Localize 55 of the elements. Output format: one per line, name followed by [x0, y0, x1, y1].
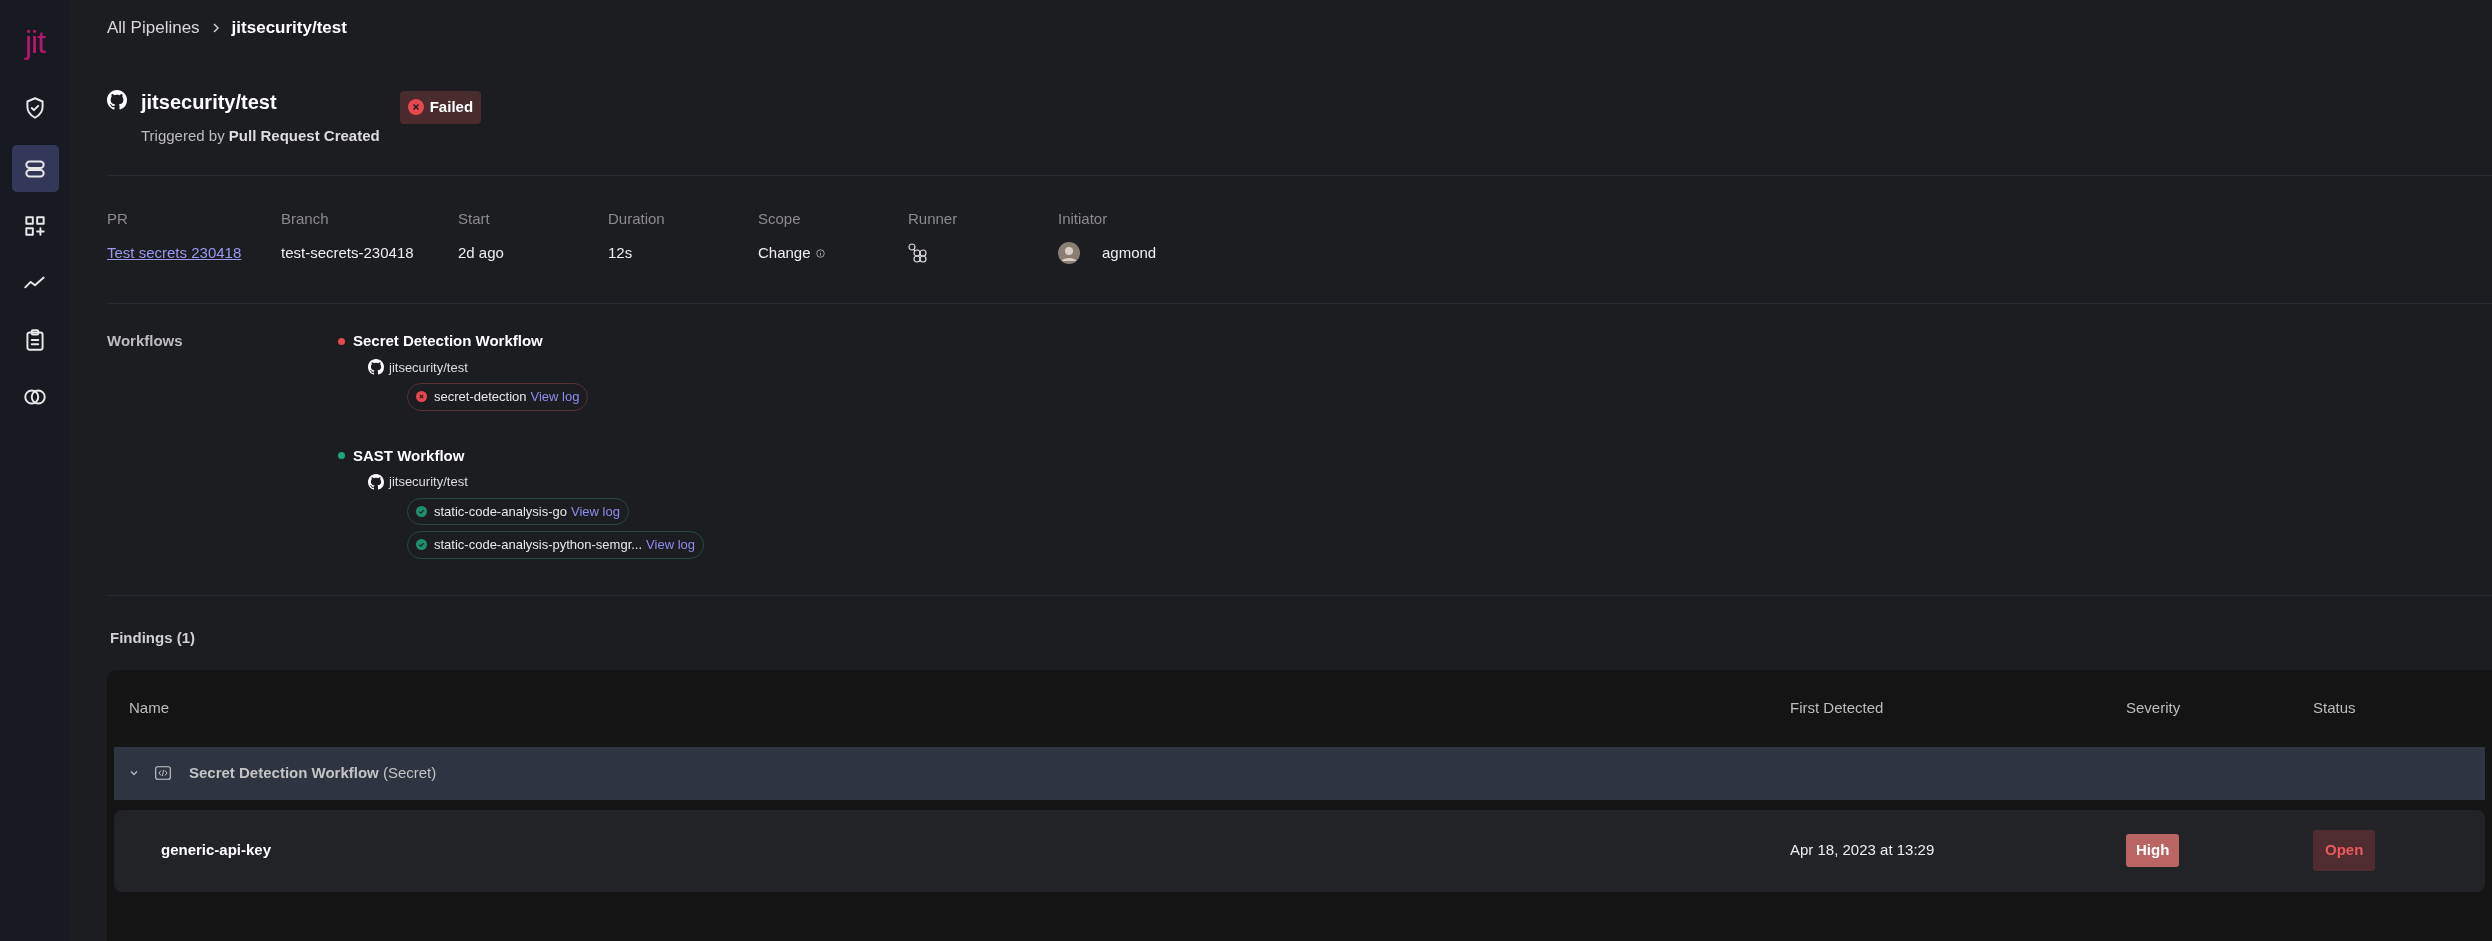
column-header: Status: [2313, 698, 2357, 718]
job-name: static-code-analysis-python-semgr...: [434, 536, 643, 554]
group-row[interactable]: Secret Detection Workflow (Secret): [114, 746, 2485, 800]
field-value: Change: [758, 242, 811, 263]
chevron-right-icon: [211, 22, 220, 34]
breadcrumb-link[interactable]: All Pipelines: [107, 15, 200, 41]
code-icon: [155, 766, 171, 780]
column-header: Name: [128, 698, 170, 718]
severity-tag: High: [2126, 834, 2180, 867]
field-label: Initiator: [1058, 208, 1109, 229]
job-name: static-code-analysis-go: [434, 502, 567, 521]
repo-name: jitsecurity/test: [389, 358, 468, 377]
chevron-down-icon: [129, 768, 139, 778]
section-title: Findings (1): [110, 627, 196, 648]
nodes-icon: [908, 243, 928, 263]
view-log-link[interactable]: View log: [646, 535, 695, 555]
field-label: Branch: [281, 208, 330, 229]
github-icon: [368, 473, 384, 490]
date-text: Apr 18, 2023 at 13:29: [1790, 840, 1936, 861]
check-icon: [416, 539, 427, 551]
field-value: 12s: [608, 242, 633, 263]
pr-link[interactable]: Test secrets 230418: [107, 241, 242, 265]
field-label: Runner: [908, 208, 959, 229]
github-icon: [368, 359, 384, 376]
column-header: Severity: [2126, 698, 2182, 718]
status-tag: Open: [2313, 830, 2376, 871]
user-name: agmond: [1102, 242, 1157, 263]
field-value: 2d ago: [458, 242, 504, 263]
field-label: Start: [458, 208, 491, 229]
check-icon: [416, 505, 427, 517]
field-label: PR: [107, 208, 129, 229]
workflow-title: Secret Detection Workflow: [353, 331, 543, 351]
status-badge: Failed: [399, 91, 482, 124]
view-log-link[interactable]: View log: [530, 387, 580, 407]
error-icon: [416, 391, 427, 403]
field-label: Duration: [608, 208, 666, 229]
sidebar-item[interactable]: [11, 145, 59, 192]
field-label: Scope: [758, 208, 802, 229]
finding-name: generic-api-key: [160, 840, 273, 861]
group-name: Secret Detection Workflow (Secret): [189, 762, 437, 783]
section-label: Workflows: [107, 331, 184, 351]
job-name: secret-detection: [434, 388, 527, 406]
breadcrumb-current: jitsecurity/test: [231, 17, 347, 40]
workflow-title: SAST Workflow: [353, 445, 465, 466]
error-icon: [407, 99, 424, 116]
avatar-icon: [1058, 242, 1080, 264]
finding-row[interactable]: generic-api-key Apr 18, 2023 at 13:29 High Open: [114, 809, 2485, 892]
github-icon: [107, 90, 127, 110]
info-icon: [815, 248, 825, 258]
field-value: test-secrets-230418: [281, 242, 414, 263]
repo-name: jitsecurity/test: [389, 473, 468, 491]
trigger-text: Triggered by Pull Request Created: [141, 126, 380, 146]
view-log-link[interactable]: View log: [570, 501, 620, 521]
pipeline-title: jitsecurity/test: [141, 90, 278, 115]
column-header: First Detected: [1790, 698, 1885, 718]
